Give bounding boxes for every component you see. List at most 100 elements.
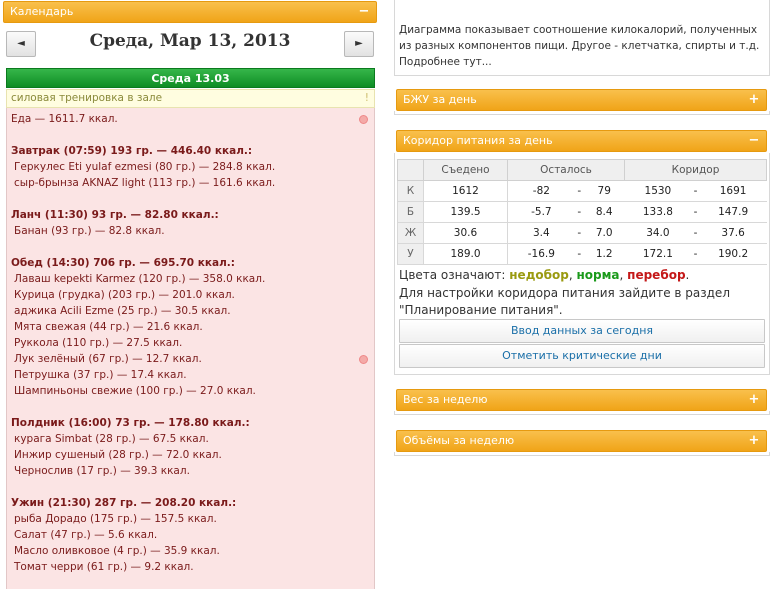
panel-corridor-header[interactable]: Коридор питания за день − <box>396 130 767 152</box>
food-item[interactable]: Чернослив (17 гр.) — 39.3 ккал. <box>11 463 370 479</box>
next-day-button[interactable]: ► <box>344 31 374 57</box>
food-item[interactable]: Банан (93 гр.) — 82.8 ккал. <box>11 223 370 239</box>
remaining-min: -5.7 <box>507 201 575 223</box>
eaten-value: 139.5 <box>423 201 508 223</box>
panel-bju-title: БЖУ за день <box>403 93 477 106</box>
meal-header-dinner[interactable]: Ужин (21:30) 287 гр. — 208.20 ккал.: <box>11 495 370 511</box>
pie-description-box: Диаграмма показывает соотношение килокал… <box>394 0 770 76</box>
remaining-max: 79 <box>583 180 625 202</box>
food-item[interactable]: Томат черри (61 гр.) — 9.2 ккал. <box>11 559 370 575</box>
panel-corridor-title: Коридор питания за день <box>403 134 553 147</box>
right-column: Диаграмма показывает соотношение килокал… <box>390 0 774 589</box>
eaten-value: 1612 <box>423 180 508 202</box>
date-title: Среда, Мар 13, 2013 <box>89 31 291 51</box>
panel-bju-body <box>394 111 770 115</box>
calendar-header[interactable]: Календарь − <box>3 1 377 23</box>
remaining-min: -82 <box>507 180 575 202</box>
plus-icon[interactable]: + <box>747 393 761 407</box>
plus-icon[interactable]: + <box>747 434 761 448</box>
panel-weight-body <box>394 411 770 415</box>
dash: - <box>691 180 700 202</box>
meal-header-afternoon-snack[interactable]: Полдник (16:00) 73 гр. — 178.80 ккал.: <box>11 415 370 431</box>
food-item[interactable]: рыба Дорадо (175 гр.) — 157.5 ккал. <box>11 511 370 527</box>
remaining-min: 3.4 <box>507 222 575 244</box>
food-item[interactable]: Геркулес Eti yulaf ezmesi (80 гр.) — 284… <box>11 159 370 175</box>
corridor-panel: Съедено Осталось Коридор К 1612 -82 - 79… <box>394 153 770 375</box>
remaining-max: 7.0 <box>583 222 625 244</box>
food-item[interactable]: Лук зелёный (67 гр.) — 12.7 ккал. <box>11 351 370 367</box>
legend-over: перебор <box>627 268 686 282</box>
day-label-bar[interactable]: Среда 13.03 <box>6 68 375 88</box>
remaining-min: -16.9 <box>507 243 575 265</box>
meal-header-lunch-snack[interactable]: Ланч (11:30) 93 гр. — 82.80 ккал.: <box>11 207 370 223</box>
eaten-value: 30.6 <box>423 222 508 244</box>
table-row: Ж 30.6 3.4 - 7.0 34.0 - 37.6 <box>397 222 767 244</box>
dash: - <box>574 201 584 223</box>
dash: - <box>574 243 584 265</box>
legend-under: недобор <box>509 268 569 282</box>
row-label: Б <box>397 201 424 223</box>
panel-volumes-title: Объёмы за неделю <box>403 434 515 447</box>
corridor-min: 172.1 <box>624 243 692 265</box>
food-item[interactable]: сыр-брынза AKNAZ light (113 гр.) — 161.6… <box>11 175 370 191</box>
enter-today-data-button[interactable]: Ввод данных за сегодня <box>399 319 765 343</box>
minus-icon[interactable]: − <box>747 134 761 148</box>
food-item[interactable]: Салат (47 гр.) — 5.6 ккал. <box>11 527 370 543</box>
food-total: Еда — 1611.7 ккал. <box>11 113 118 125</box>
corridor-max: 1691 <box>699 180 767 202</box>
food-item[interactable]: Руккола (110 гр.) — 27.5 ккал. <box>11 335 370 351</box>
corridor-max: 147.9 <box>699 201 767 223</box>
table-header-blank <box>397 159 424 181</box>
panel-bju-header[interactable]: БЖУ за день + <box>396 89 767 111</box>
corridor-max: 37.6 <box>699 222 767 244</box>
color-legend: Цвета означают: недобор, норма, перебор. <box>399 268 690 282</box>
date-navigation: ◄ Среда, Мар 13, 2013 ► <box>3 26 377 62</box>
pie-description-text: Диаграмма показывает соотношение килокал… <box>399 24 760 52</box>
food-item[interactable]: Шампиньоны свежие (100 гр.) — 27.0 ккал. <box>11 383 370 399</box>
day-note[interactable]: силовая тренировка в зале ! <box>6 89 375 108</box>
panel-weight-header[interactable]: Вес за неделю + <box>396 389 767 411</box>
corridor-table: Съедено Осталось Коридор К 1612 -82 - 79… <box>397 159 767 265</box>
corridor-min: 133.8 <box>624 201 692 223</box>
minus-icon[interactable]: − <box>357 5 371 19</box>
corridor-max: 190.2 <box>699 243 767 265</box>
food-item[interactable]: Петрушка (37 гр.) — 17.4 ккал. <box>11 367 370 383</box>
previous-day-button[interactable]: ◄ <box>6 31 36 57</box>
food-item[interactable]: аджика Acili Ezme (25 гр.) — 30.5 ккал. <box>11 303 370 319</box>
tomato-icon[interactable] <box>359 115 368 124</box>
food-item[interactable]: Лаваш kepekti Karmez (120 гр.) — 358.0 к… <box>11 271 370 287</box>
plus-icon[interactable]: + <box>747 93 761 107</box>
food-item[interactable]: Курица (грудка) (203 гр.) — 201.0 ккал. <box>11 287 370 303</box>
remaining-max: 8.4 <box>583 201 625 223</box>
food-item[interactable]: Мята свежая (44 гр.) — 21.6 ккал. <box>11 319 370 335</box>
dash: - <box>691 201 700 223</box>
meal-header-breakfast[interactable]: Завтрак (07:59) 193 гр. — 446.40 ккал.: <box>11 143 370 159</box>
day-note-text: силовая тренировка в зале <box>11 92 163 104</box>
table-row: У 189.0 -16.9 - 1.2 172.1 - 190.2 <box>397 243 767 265</box>
meal-header-lunch[interactable]: Обед (14:30) 706 гр. — 695.70 ккал.: <box>11 255 370 271</box>
food-log-panel: Еда — 1611.7 ккал. Завтрак (07:59) 193 г… <box>6 108 375 589</box>
panel-volumes-body <box>394 452 770 456</box>
food-item[interactable]: Масло оливковое (4 гр.) — 35.9 ккал. <box>11 543 370 559</box>
legend-prefix: Цвета означают: <box>399 268 506 282</box>
panel-weight-title: Вес за неделю <box>403 393 488 406</box>
dash: - <box>574 180 584 202</box>
table-header-corridor: Коридор <box>624 159 767 181</box>
row-label: Ж <box>397 222 424 244</box>
row-label: К <box>397 180 424 202</box>
mark-critical-days-button[interactable]: Отметить критические дни <box>399 344 765 368</box>
pie-description: Диаграмма показывает соотношение килокал… <box>399 22 767 70</box>
more-info-link[interactable]: Подробнее тут... <box>399 56 492 68</box>
left-column: Календарь − ◄ Среда, Мар 13, 2013 ► Сред… <box>0 0 381 589</box>
table-row: Б 139.5 -5.7 - 8.4 133.8 - 147.9 <box>397 201 767 223</box>
food-item[interactable]: Инжир сушеный (28 гр.) — 72.0 ккал. <box>11 447 370 463</box>
dash: - <box>574 222 584 244</box>
row-label: У <box>397 243 424 265</box>
dash: - <box>691 243 700 265</box>
corridor-min: 34.0 <box>624 222 692 244</box>
tomato-icon[interactable] <box>359 355 368 364</box>
panel-volumes-header[interactable]: Объёмы за неделю + <box>396 430 767 452</box>
corridor-min: 1530 <box>624 180 692 202</box>
food-item[interactable]: курага Simbat (28 гр.) — 67.5 ккал. <box>11 431 370 447</box>
table-row: К 1612 -82 - 79 1530 - 1691 <box>397 180 767 202</box>
